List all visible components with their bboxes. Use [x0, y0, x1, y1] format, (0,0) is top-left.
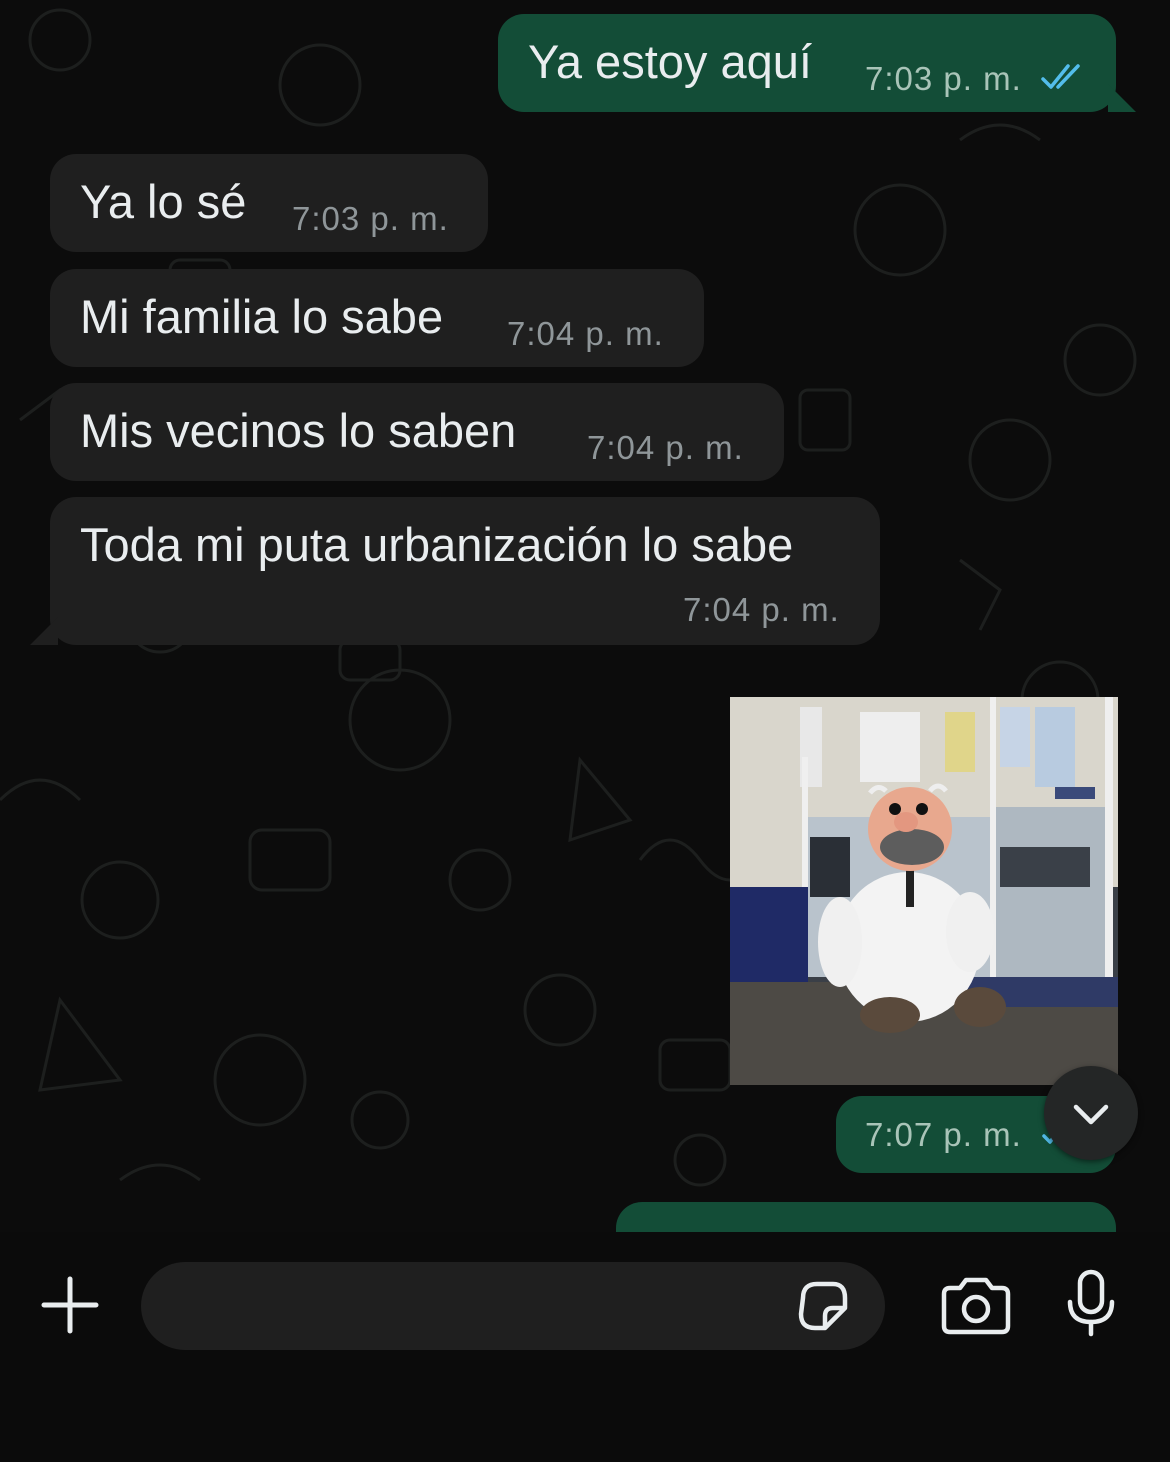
message-time: 7:03 p. m.: [865, 60, 1022, 98]
message-incoming[interactable]: Ya lo sé 7:03 p. m.: [50, 154, 488, 252]
message-time: 7:04 p. m.: [683, 591, 840, 629]
chevron-down-icon: [1073, 1104, 1109, 1125]
camera-icon[interactable]: [938, 1274, 1014, 1338]
message-incoming[interactable]: Toda mi puta urbanización lo sabe 7:04 p…: [50, 497, 880, 645]
read-ticks-icon: [1041, 64, 1080, 89]
cartoon-doctor-illustration: [730, 697, 1118, 1085]
message-incoming[interactable]: Mis vecinos lo saben 7:04 p. m.: [50, 383, 784, 481]
message-text: Toda mi puta urbanización lo sabe: [80, 518, 794, 571]
message-time: 7:07 p. m.: [865, 1116, 1022, 1154]
time-ampm: p. m.: [370, 200, 449, 237]
microphone-icon[interactable]: [1062, 1268, 1120, 1340]
message-text: Mis vecinos lo saben: [80, 404, 517, 457]
time-ampm: p. m.: [665, 429, 744, 466]
time-value: 7:04: [587, 429, 656, 466]
message-outgoing-partial[interactable]: [616, 1202, 1116, 1232]
scroll-to-bottom-button[interactable]: [1044, 1066, 1138, 1160]
time-value: 7:07: [865, 1116, 934, 1153]
message-outgoing[interactable]: Ya estoy aquí 7:03 p. m.: [498, 14, 1116, 112]
bubble-tail: [1108, 84, 1136, 112]
sticker-icon[interactable]: [793, 1276, 853, 1336]
time-value: 7:04: [507, 315, 576, 352]
time-value: 7:03: [292, 200, 361, 237]
message-input[interactable]: [141, 1262, 885, 1350]
time-ampm: p. m.: [761, 591, 840, 628]
time-ampm: p. m.: [943, 60, 1022, 97]
message-time: 7:03 p. m.: [292, 200, 449, 238]
message-text: Ya estoy aquí: [528, 35, 812, 88]
message-input-field[interactable]: [171, 1276, 775, 1338]
message-text: Mi familia lo sabe: [80, 290, 444, 343]
time-value: 7:04: [683, 591, 752, 628]
time-value: 7:03: [865, 60, 934, 97]
time-ampm: p. m.: [585, 315, 664, 352]
chat-area[interactable]: Ya estoy aquí 7:03 p. m. Ya lo sé 7:03 p…: [0, 0, 1170, 1232]
time-ampm: p. m.: [943, 1116, 1022, 1153]
message-time: 7:04 p. m.: [587, 429, 744, 467]
bubble-tail: [30, 617, 58, 645]
message-incoming[interactable]: Mi familia lo sabe 7:04 p. m.: [50, 269, 704, 367]
plus-icon[interactable]: [38, 1273, 102, 1337]
message-text: Ya lo sé: [80, 175, 247, 228]
message-time: 7:04 p. m.: [507, 315, 664, 353]
sticker-image[interactable]: [730, 697, 1118, 1085]
